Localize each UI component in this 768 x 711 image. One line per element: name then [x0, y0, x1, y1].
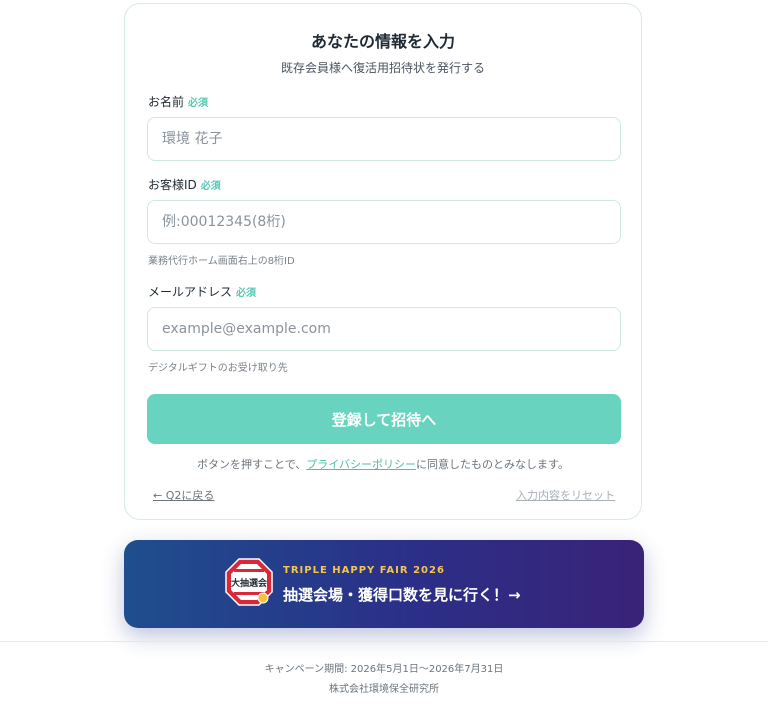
customer-id-hint: 業務代行ホーム画面右上の8桁ID — [148, 256, 295, 267]
consent-text: ボタンを押すことで、プライバシーポリシーに同意したものとみなします。 — [125, 456, 641, 472]
form-subtitle: 既存会員様へ復活用招待状を発行する — [280, 61, 485, 75]
required-badge: 必須 — [236, 288, 257, 299]
name-label: お名前 必須 — [148, 93, 208, 110]
lottery-banner[interactable]: 大抽選会 TRIPLE HAPPY FAIR 2026 抽選会場・獲得口数を見に… — [124, 540, 644, 628]
registration-card: あなたの情報を入力 既存会員様へ復活用招待状を発行する お名前必須 お客様ID必… — [124, 3, 642, 520]
campaign-period: キャンペーン期間: 2026年5月1日〜2026年7月31日 — [264, 664, 504, 675]
back-link[interactable]: ← Q2に戻る — [153, 487, 214, 503]
required-badge: 必須 — [188, 98, 209, 109]
reset-link[interactable]: 入力内容をリセット — [516, 487, 615, 503]
footer-divider — [0, 641, 768, 642]
required-badge: 必須 — [200, 181, 221, 192]
consent-suffix: に同意したものとみなします。 — [416, 458, 569, 471]
badge-text: 大抽選会 — [231, 577, 268, 589]
form-title: あなたの情報を入力 — [310, 32, 455, 51]
email-input[interactable] — [147, 307, 621, 351]
lottery-badge-icon: 大抽選会 — [225, 558, 273, 606]
customer-id-label: お客様ID 必須 — [148, 176, 221, 193]
name-input[interactable] — [147, 117, 621, 161]
name-label-text: お名前 — [148, 95, 185, 109]
banner-kicker: TRIPLE HAPPY FAIR 2026 — [283, 565, 445, 576]
customer-id-input[interactable] — [147, 200, 621, 244]
email-hint: デジタルギフトのお受け取り先 — [148, 363, 288, 374]
submit-button[interactable]: 登録して招待へ — [147, 394, 621, 444]
banner-main-text: 抽選会場・獲得口数を見に行く！→ — [283, 586, 521, 604]
company-name: 株式会社環境保全研究所 — [329, 684, 439, 695]
customer-id-label-text: お客様ID — [148, 178, 197, 192]
consent-prefix: ボタンを押すことで、 — [197, 458, 307, 471]
email-label-text: メールアドレス — [148, 285, 233, 299]
privacy-policy-link[interactable]: プライバシーポリシー — [306, 458, 416, 471]
email-label: メールアドレス 必須 — [148, 283, 256, 300]
